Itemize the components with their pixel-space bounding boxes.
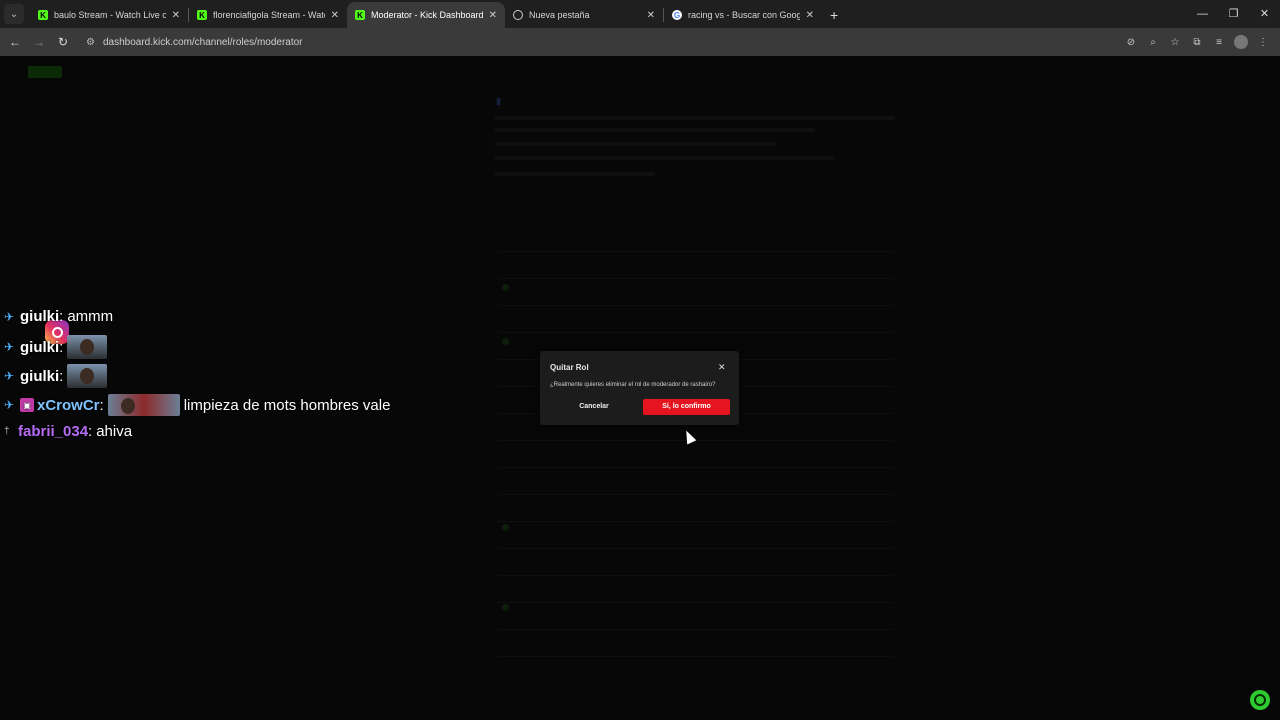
extensions-icon[interactable]: ⧉ bbox=[1186, 37, 1208, 48]
description-placeholder bbox=[495, 156, 835, 160]
description-placeholder bbox=[495, 116, 895, 120]
close-icon[interactable]: ✕ bbox=[806, 10, 814, 21]
support-chat-icon[interactable] bbox=[1250, 690, 1270, 710]
toolbar-actions: ⊘ ⌕ ☆ ⧉ ≡ ⋮ bbox=[1120, 28, 1274, 56]
chat-message: ✈ giulki: bbox=[4, 364, 108, 388]
zoom-icon[interactable]: ⌕ bbox=[1142, 37, 1164, 48]
chat-message: ✈ giulki: ammm bbox=[4, 308, 113, 325]
avatar bbox=[502, 284, 509, 291]
tab-baulo[interactable]: K baulo Stream - Watch Live on K ✕ bbox=[30, 2, 188, 28]
address-bar[interactable]: ⚙ dashboard.kick.com/channel/roles/moder… bbox=[80, 31, 1160, 53]
chat-username: fabrii_034 bbox=[18, 423, 89, 440]
google-icon: G bbox=[672, 10, 682, 20]
moderator-badge-icon: ✈ bbox=[4, 369, 15, 383]
browser-toolbar: ← → ↻ ⚙ dashboard.kick.com/channel/roles… bbox=[0, 28, 1280, 56]
tab-strip: ⌄ K baulo Stream - Watch Live on K ✕ K f… bbox=[0, 0, 1280, 28]
chat-colon: : bbox=[88, 423, 93, 440]
emote-image bbox=[67, 364, 108, 388]
window-close-icon[interactable]: ✕ bbox=[1249, 0, 1280, 28]
avatar bbox=[502, 338, 509, 345]
table-row bbox=[497, 332, 893, 333]
kick-icon: K bbox=[355, 10, 365, 20]
avatar[interactable] bbox=[1234, 35, 1248, 49]
description-placeholder bbox=[495, 128, 815, 132]
page-title: ▮ bbox=[496, 96, 501, 106]
chat-username: giulki bbox=[20, 367, 60, 385]
chat-colon: : bbox=[59, 308, 64, 325]
tab-florenciafigola[interactable]: K florenciafigola Stream - Watch L ✕ bbox=[189, 2, 347, 28]
menu-icon[interactable]: ⋮ bbox=[1252, 37, 1274, 48]
eye-off-icon[interactable]: ⊘ bbox=[1120, 37, 1142, 48]
avatar bbox=[502, 524, 509, 531]
chat-message: ✈ giulki: bbox=[4, 335, 108, 359]
chat-colon: : bbox=[59, 367, 64, 385]
moderator-badge-icon: ✈ bbox=[4, 340, 15, 354]
tab-title: racing vs - Buscar con Google bbox=[688, 10, 800, 20]
tab-title: baulo Stream - Watch Live on K bbox=[54, 10, 166, 20]
close-icon[interactable]: ✕ bbox=[331, 10, 339, 21]
tab-title: Nueva pestaña bbox=[529, 10, 590, 20]
tab-search-button[interactable]: ⌄ bbox=[4, 4, 24, 24]
kick-logo bbox=[28, 66, 62, 78]
kick-icon: K bbox=[38, 10, 48, 20]
forward-icon[interactable]: → bbox=[27, 35, 51, 49]
close-icon[interactable]: ✕ bbox=[718, 362, 726, 373]
new-tab-button[interactable]: + bbox=[830, 7, 838, 23]
sword-badge-icon: † bbox=[4, 426, 10, 437]
chat-colon: : bbox=[59, 338, 64, 356]
table-row bbox=[497, 305, 893, 306]
chat-message: ✈ ▣ xCrowCr: limpieza de mots hombres va… bbox=[4, 394, 390, 416]
bookmark-star-icon[interactable]: ☆ bbox=[1164, 37, 1186, 48]
window-controls: — ❐ ✕ bbox=[1187, 0, 1280, 28]
table-row bbox=[497, 629, 893, 630]
dialog-message: ¿Realmente quieres eliminar el rol de mo… bbox=[550, 382, 716, 388]
url-text: dashboard.kick.com/channel/roles/moderat… bbox=[102, 36, 303, 48]
table-row bbox=[497, 575, 893, 576]
tab-google-search[interactable]: G racing vs - Buscar con Google ✕ bbox=[664, 2, 822, 28]
table-row bbox=[497, 656, 893, 657]
cancel-button[interactable]: Cancelar bbox=[566, 399, 622, 415]
globe-icon bbox=[513, 10, 523, 20]
description-placeholder bbox=[495, 172, 655, 176]
chat-text: ahiva bbox=[96, 423, 133, 440]
tab-title: Moderator - Kick Dashboard bbox=[371, 10, 483, 20]
dialog-title: Quitar Rol bbox=[550, 363, 589, 372]
emote-image bbox=[67, 335, 108, 359]
close-icon[interactable]: ✕ bbox=[647, 10, 655, 21]
emote-image bbox=[107, 394, 180, 416]
table-row bbox=[497, 602, 893, 603]
table-row bbox=[497, 251, 893, 252]
close-icon[interactable]: ✕ bbox=[489, 10, 497, 21]
minimize-icon[interactable]: — bbox=[1187, 0, 1218, 28]
tab-new-tab[interactable]: Nueva pestaña ✕ bbox=[505, 2, 663, 28]
confirm-button[interactable]: Sí, lo confirmo bbox=[643, 399, 730, 415]
table-row bbox=[497, 521, 893, 522]
chat-text: ammm bbox=[67, 308, 114, 325]
kick-icon: K bbox=[197, 10, 207, 20]
chat-colon: : bbox=[99, 396, 104, 414]
table-row bbox=[497, 278, 893, 279]
chat-username: xCrowCr bbox=[37, 396, 100, 414]
table-row bbox=[497, 467, 893, 468]
tab-title: florenciafigola Stream - Watch L bbox=[213, 10, 325, 20]
table-row bbox=[497, 548, 893, 549]
moderator-badge-icon: ✈ bbox=[4, 398, 15, 412]
restore-icon[interactable]: ❐ bbox=[1218, 0, 1249, 28]
moderator-badge-icon: ✈ bbox=[4, 309, 15, 324]
chat-text: limpieza de mots hombres vale bbox=[183, 396, 391, 414]
tab-moderator[interactable]: K Moderator - Kick Dashboard ✕ bbox=[347, 2, 505, 28]
site-info-icon[interactable]: ⚙ bbox=[86, 37, 95, 48]
avatar bbox=[502, 604, 509, 611]
chat-username: giulki bbox=[20, 308, 60, 325]
subscriber-badge-icon: ▣ bbox=[20, 398, 34, 412]
chat-message: † fabrii_034: ahiva bbox=[4, 423, 132, 440]
table-row bbox=[497, 494, 893, 495]
back-icon[interactable]: ← bbox=[3, 35, 27, 49]
close-icon[interactable]: ✕ bbox=[172, 10, 180, 21]
media-icon[interactable]: ≡ bbox=[1208, 37, 1230, 48]
description-placeholder bbox=[495, 142, 775, 146]
chat-username: giulki bbox=[20, 338, 60, 356]
remove-role-dialog: Quitar Rol ✕ ¿Realmente quieres eliminar… bbox=[540, 351, 739, 425]
reload-icon[interactable]: ↻ bbox=[51, 35, 75, 49]
